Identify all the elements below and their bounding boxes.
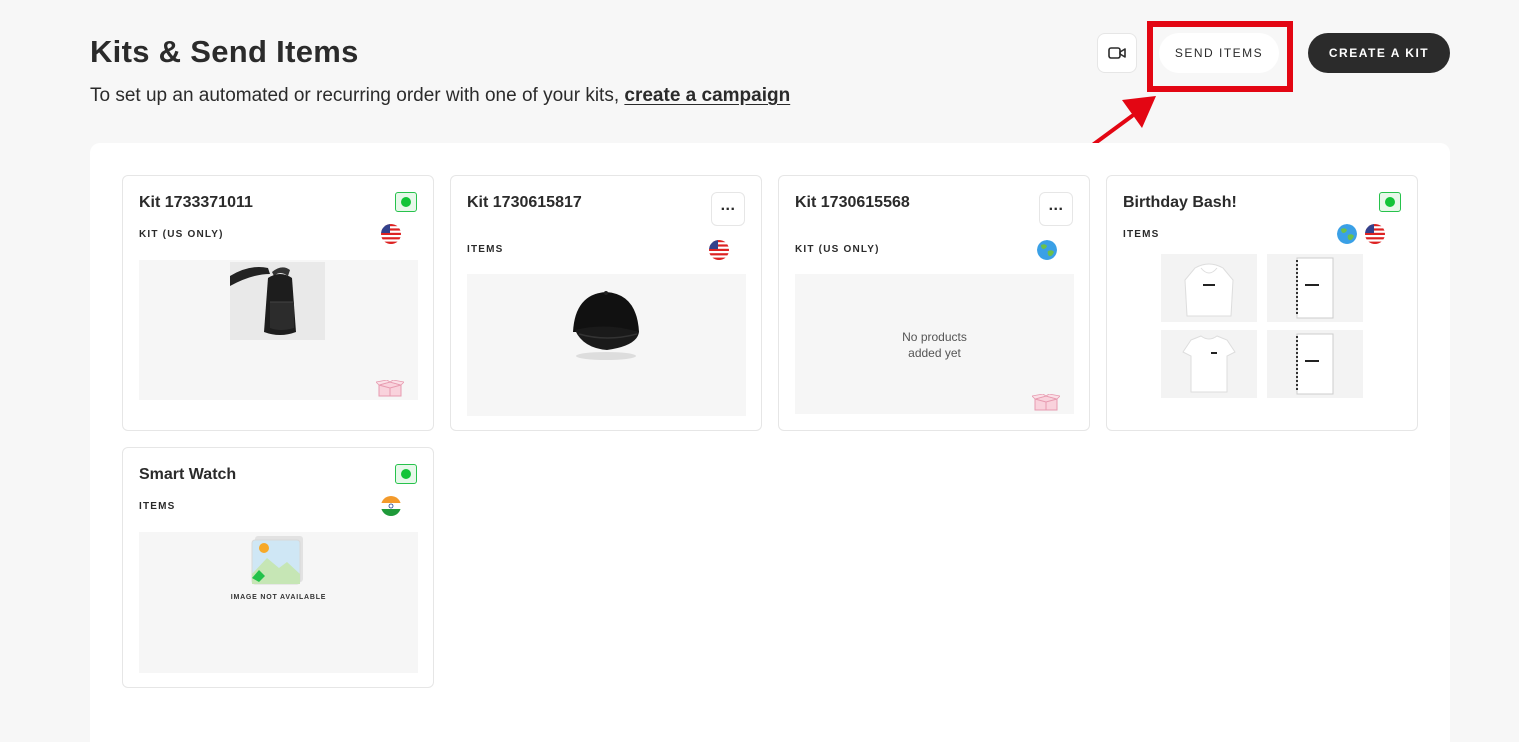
image-not-available-text: IMAGE NOT AVAILABLE <box>230 594 327 601</box>
kit-preview: No products added yet <box>795 274 1074 414</box>
create-kit-button[interactable]: CREATE A KIT <box>1308 33 1450 73</box>
empty-products-text: No products added yet <box>902 330 967 360</box>
kit-name: Birthday Bash! <box>1123 194 1237 211</box>
kit-type: KIT (US ONLY) <box>139 229 224 240</box>
globe-icon <box>1337 224 1357 244</box>
notebook-thumbnail <box>1267 330 1363 398</box>
globe-icon <box>1037 240 1057 260</box>
kit-name: Kit 1733371011 <box>139 194 253 211</box>
us-flag-icon <box>381 224 401 244</box>
kit-type: KIT (US ONLY) <box>795 244 880 255</box>
subtitle-text: To set up an automated or recurring orde… <box>90 85 620 106</box>
kit-type: ITEMS <box>1123 229 1160 240</box>
kit-name: Kit 1730615817 <box>467 194 582 211</box>
box-icon <box>376 380 404 397</box>
status-active-indicator[interactable] <box>395 464 417 484</box>
us-flag-icon <box>1365 224 1385 244</box>
kit-preview <box>467 274 746 416</box>
india-flag-icon <box>381 496 401 516</box>
kit-card[interactable]: Kit 1730615568 ... KIT (US ONLY) No prod… <box>778 175 1090 431</box>
kit-card[interactable]: Kit 1730615817 ... ITEMS <box>450 175 762 431</box>
status-active-indicator[interactable] <box>395 192 417 212</box>
backpack-image <box>230 262 325 340</box>
kit-card[interactable]: Smart Watch ITEMS IMAGE NOT AVAILABLE <box>122 447 434 688</box>
more-options-button[interactable]: ... <box>1039 192 1073 226</box>
us-flag-icon <box>709 240 729 260</box>
hoodie-thumbnail <box>1161 254 1257 322</box>
kit-preview <box>139 260 418 400</box>
create-campaign-link[interactable]: create a campaign <box>624 85 790 106</box>
page-title: Kits & Send Items <box>90 34 359 69</box>
video-camera-icon <box>1108 47 1126 59</box>
kit-card[interactable]: Kit 1733371011 KIT (US ONLY) <box>122 175 434 431</box>
kit-type: ITEMS <box>467 244 504 255</box>
kit-card[interactable]: Birthday Bash! ITEMS <box>1106 175 1418 431</box>
kit-name: Kit 1730615568 <box>795 194 910 211</box>
video-tutorial-button[interactable] <box>1097 33 1137 73</box>
kit-type: ITEMS <box>139 501 176 512</box>
box-icon <box>1032 394 1060 411</box>
black-cap-image <box>573 291 639 360</box>
status-active-indicator[interactable] <box>1379 192 1401 212</box>
tshirt-thumbnail <box>1161 330 1257 398</box>
more-options-button[interactable]: ... <box>711 192 745 226</box>
kit-name: Smart Watch <box>139 466 237 483</box>
page-subtitle: To set up an automated or recurring orde… <box>90 85 790 107</box>
notebook-thumbnail <box>1267 254 1363 322</box>
image-placeholder-icon <box>251 536 303 585</box>
send-items-button[interactable]: SEND ITEMS <box>1159 33 1279 73</box>
kit-preview: IMAGE NOT AVAILABLE <box>139 532 418 673</box>
